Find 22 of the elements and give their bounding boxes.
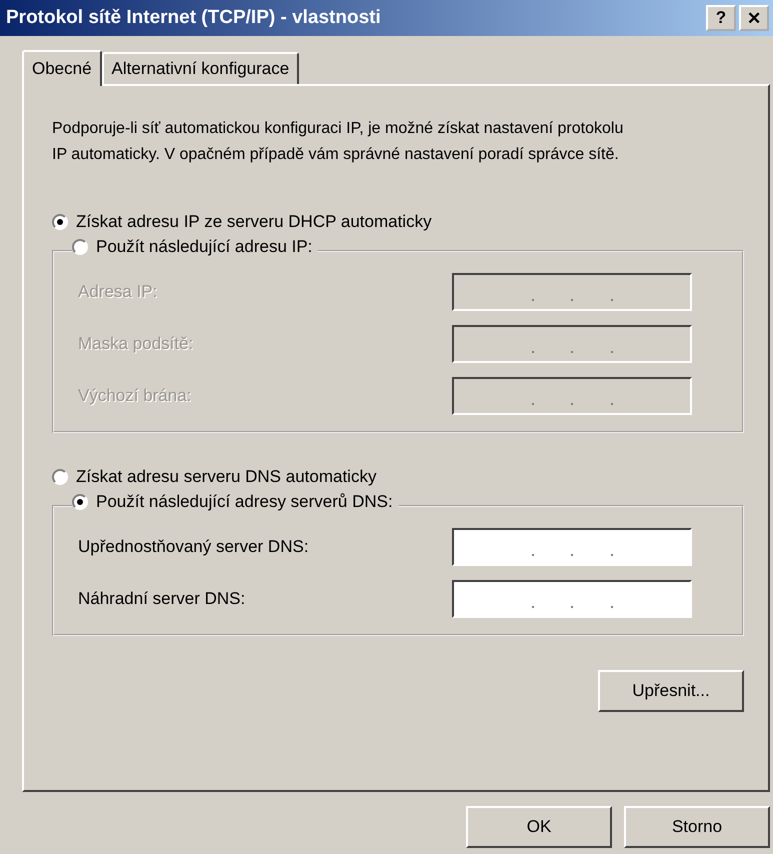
ip-address-field[interactable] <box>452 273 692 311</box>
close-button[interactable]: ✕ <box>739 5 769 31</box>
field-label: Upřednostňovaný server DNS: <box>78 537 309 557</box>
tab[interactable]: Alternativní konfigurace <box>102 52 300 84</box>
window-title: Protokol sítě Internet (TCP/IP) - vlastnosti <box>6 7 382 29</box>
dialog-button[interactable]: Storno <box>624 806 770 848</box>
ip-address-field[interactable] <box>452 325 692 363</box>
tab[interactable]: Obecné <box>22 50 102 86</box>
dialog-button[interactable]: OK <box>466 806 612 848</box>
radio-option[interactable]: Získat adresu serveru DNS automaticky <box>52 467 744 487</box>
ip-address-field[interactable] <box>452 580 692 618</box>
field-label: Maska podsítě: <box>78 334 194 354</box>
ip-address-field[interactable] <box>452 528 692 566</box>
ip-address-field[interactable] <box>452 377 692 415</box>
field-label: Náhradní server DNS: <box>78 589 246 609</box>
advanced-button[interactable]: Upřesnit... <box>598 670 744 712</box>
radio-option[interactable]: Použít následující adresy serverů DNS: <box>72 492 393 512</box>
description-text: Podporuje-li síť automatickou konfiguraci IP, je možné získat nastavení protokolu IP automaticky. V opačném případě vám správné nastavení poradí správce sítě. <box>52 119 624 165</box>
help-button[interactable]: ? <box>706 5 736 31</box>
radio-option[interactable]: Získat adresu IP ze serveru DHCP automaticky <box>52 212 744 232</box>
field-label: Výchozí brána: <box>78 386 192 406</box>
field-label: Adresa IP: <box>78 282 158 302</box>
